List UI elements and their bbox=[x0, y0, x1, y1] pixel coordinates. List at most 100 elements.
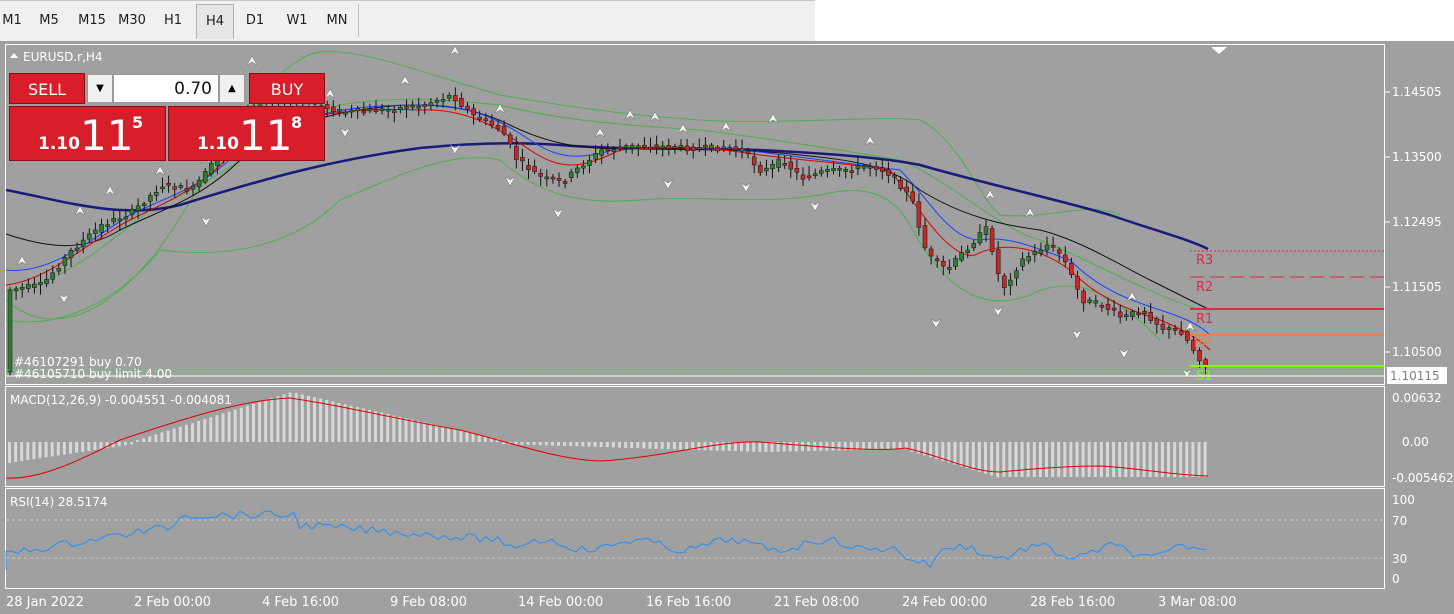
pivot-r3-label: R3 bbox=[1196, 253, 1213, 268]
candle-body bbox=[501, 125, 507, 135]
macd-bar bbox=[233, 409, 237, 442]
macd-bar bbox=[874, 442, 878, 450]
macd-bar bbox=[300, 394, 304, 442]
macd-bar bbox=[630, 442, 634, 449]
candle-body bbox=[416, 105, 421, 109]
macd-bar bbox=[69, 442, 72, 454]
macd-bar bbox=[75, 442, 79, 453]
candle-body bbox=[751, 156, 757, 166]
candle-body bbox=[819, 170, 824, 174]
macd-bar bbox=[276, 396, 280, 442]
candle-body bbox=[1197, 349, 1202, 362]
macd-bar bbox=[868, 442, 872, 450]
macd-bar bbox=[758, 442, 762, 452]
time-axis: 28 Jan 2022 2 Feb 00:00 4 Feb 16:00 9 Fe… bbox=[6, 595, 1237, 610]
volume-decrease-button[interactable]: ▼ bbox=[87, 74, 113, 103]
candle-body bbox=[629, 144, 635, 149]
timeframe-h4[interactable]: H4 bbox=[196, 4, 234, 39]
top-strip bbox=[815, 0, 1454, 41]
macd-bar bbox=[1069, 442, 1073, 477]
sell-price-box[interactable]: 1.10 11 5 bbox=[9, 106, 166, 161]
candle-body bbox=[971, 243, 977, 249]
candle-body bbox=[202, 171, 208, 183]
candle-body bbox=[617, 146, 623, 150]
macd-bar bbox=[666, 442, 670, 450]
candle-body bbox=[1063, 254, 1068, 263]
macd-bar bbox=[1173, 442, 1177, 477]
macd-bar bbox=[154, 434, 158, 442]
toolbar-separator bbox=[358, 4, 359, 37]
candle-body bbox=[544, 176, 550, 180]
fractal-down-arrow bbox=[200, 216, 212, 227]
timeframe-m15[interactable]: M15 bbox=[74, 4, 110, 37]
time-tick: 14 Feb 00:00 bbox=[518, 595, 603, 610]
candle-body bbox=[898, 179, 903, 189]
timeframe-h1[interactable]: H1 bbox=[158, 4, 188, 37]
macd-bar bbox=[843, 442, 847, 451]
candle-body bbox=[916, 201, 922, 228]
rsi-tick: 30 bbox=[1392, 552, 1407, 566]
candle-body bbox=[26, 284, 31, 289]
candle-body bbox=[568, 171, 574, 178]
timeframe-toolbar: M1 M5 M15 M30 H1 H4 D1 W1 MN bbox=[0, 0, 815, 42]
volume-input[interactable] bbox=[113, 74, 219, 103]
collapse-icon[interactable] bbox=[10, 53, 18, 58]
macd-bar bbox=[1038, 442, 1042, 477]
candle-body bbox=[93, 229, 98, 234]
candle-body bbox=[160, 186, 165, 190]
macd-bar bbox=[355, 407, 359, 442]
macd-bar bbox=[258, 401, 262, 442]
macd-bar bbox=[215, 415, 219, 442]
timeframe-m1[interactable]: M1 bbox=[0, 4, 24, 37]
buy-price-box[interactable]: 1.10 11 8 bbox=[168, 106, 325, 161]
fractal-down-arrow bbox=[930, 318, 942, 329]
macd-bar bbox=[227, 411, 231, 442]
macd-bar bbox=[715, 442, 719, 451]
symbol-label: EURUSD.r,H4 bbox=[23, 50, 103, 64]
macd-bar bbox=[733, 442, 737, 452]
candle-body bbox=[532, 166, 537, 172]
macd-bar bbox=[477, 434, 481, 442]
macd-bar bbox=[343, 404, 347, 442]
candle-body bbox=[745, 150, 751, 155]
candle-body bbox=[831, 168, 836, 172]
macd-bar bbox=[752, 442, 756, 452]
macd-bar bbox=[831, 442, 835, 451]
fractal-up-arrow bbox=[399, 75, 411, 86]
candle-body bbox=[1142, 311, 1147, 314]
candle-body bbox=[1087, 299, 1092, 303]
sell-button[interactable]: SELL bbox=[9, 73, 85, 104]
macd-bar bbox=[746, 442, 750, 452]
candle-body bbox=[941, 260, 946, 267]
macd-bar bbox=[81, 442, 85, 452]
candle-body bbox=[422, 104, 428, 107]
candle-body bbox=[68, 250, 74, 258]
macd-bar bbox=[428, 423, 432, 442]
buy-button[interactable]: BUY bbox=[249, 73, 325, 104]
macd-bar bbox=[544, 442, 548, 446]
pivot-r2-label: R2 bbox=[1196, 280, 1213, 295]
macd-bar bbox=[184, 424, 188, 442]
timeframe-m30[interactable]: M30 bbox=[115, 4, 149, 37]
candle-body bbox=[355, 108, 360, 112]
macd-bar bbox=[1075, 442, 1079, 477]
candle-body bbox=[953, 258, 958, 267]
candle-body bbox=[1050, 245, 1056, 248]
timeframe-m5[interactable]: M5 bbox=[34, 4, 64, 37]
macd-bar bbox=[947, 442, 951, 463]
timeframe-w1[interactable]: W1 bbox=[281, 4, 313, 37]
volume-increase-button[interactable]: ▲ bbox=[219, 74, 245, 103]
pivot-r1-label: R1 bbox=[1196, 312, 1213, 327]
macd-bar bbox=[123, 442, 127, 446]
timeframe-mn[interactable]: MN bbox=[320, 4, 354, 37]
chart-shift-icon[interactable] bbox=[1211, 47, 1227, 54]
fractal-down-arrow bbox=[339, 127, 351, 138]
candle-body bbox=[660, 145, 665, 149]
macd-label: MACD(12,26,9) -0.004551 -0.004081 bbox=[10, 393, 232, 407]
candle-body bbox=[105, 224, 110, 227]
timeframe-d1[interactable]: D1 bbox=[240, 4, 270, 37]
macd-bar bbox=[1063, 442, 1067, 477]
fractal-down-arrow bbox=[58, 293, 70, 304]
macd-bar bbox=[1142, 442, 1146, 477]
macd-bar bbox=[142, 438, 146, 442]
